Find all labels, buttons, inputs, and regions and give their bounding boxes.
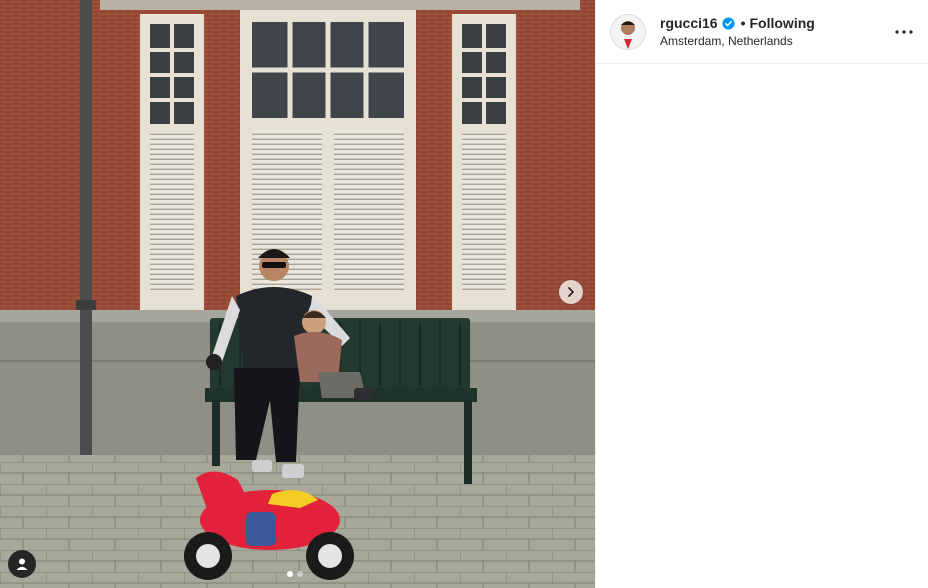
carousel-dot-active [287, 571, 293, 577]
post-photo [0, 0, 595, 588]
avatar-image [611, 14, 645, 49]
author-line: rgucci16 • Following [660, 15, 892, 31]
carousel-dot [297, 571, 303, 577]
chevron-right-icon [568, 287, 574, 297]
more-options-button[interactable] [892, 20, 916, 44]
post-dialog: rgucci16 • Following Amsterdam, Netherla… [0, 0, 928, 588]
post-location[interactable]: Amsterdam, Netherlands [660, 34, 892, 48]
carousel-next-button[interactable] [559, 280, 583, 304]
post-side-panel: rgucci16 • Following Amsterdam, Netherla… [595, 0, 928, 588]
author-avatar[interactable] [610, 13, 646, 50]
verified-badge-icon [722, 16, 735, 30]
user-tag-icon [16, 558, 28, 570]
more-options-icon [895, 29, 913, 34]
post-media[interactable] [0, 0, 595, 588]
tagged-users-button[interactable] [8, 550, 36, 578]
author-username[interactable]: rgucci16 [660, 15, 718, 31]
carousel-indicator [287, 571, 303, 577]
dot-separator: • [740, 15, 746, 31]
author-meta: rgucci16 • Following Amsterdam, Netherla… [660, 15, 892, 48]
post-header: rgucci16 • Following Amsterdam, Netherla… [596, 0, 928, 64]
following-button[interactable]: Following [750, 15, 815, 31]
